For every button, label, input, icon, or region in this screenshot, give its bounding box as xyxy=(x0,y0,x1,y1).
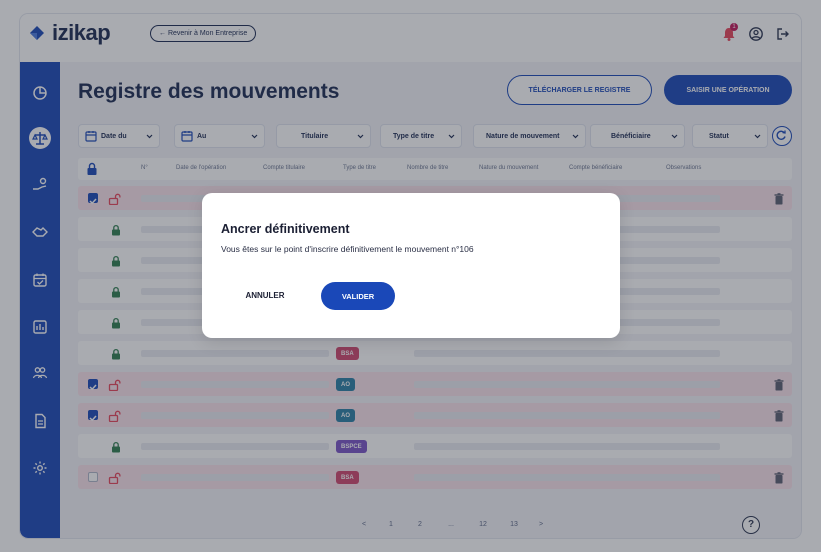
confirm-button[interactable]: VALIDER xyxy=(321,282,395,310)
dialog-title: Ancrer définitivement xyxy=(221,222,350,236)
dialog-message: Vous êtes sur le point d'inscrire défini… xyxy=(221,244,474,254)
confirm-anchor-dialog: Ancrer définitivement Vous êtes sur le p… xyxy=(202,193,620,338)
cancel-button[interactable]: ANNULER xyxy=(233,282,297,308)
